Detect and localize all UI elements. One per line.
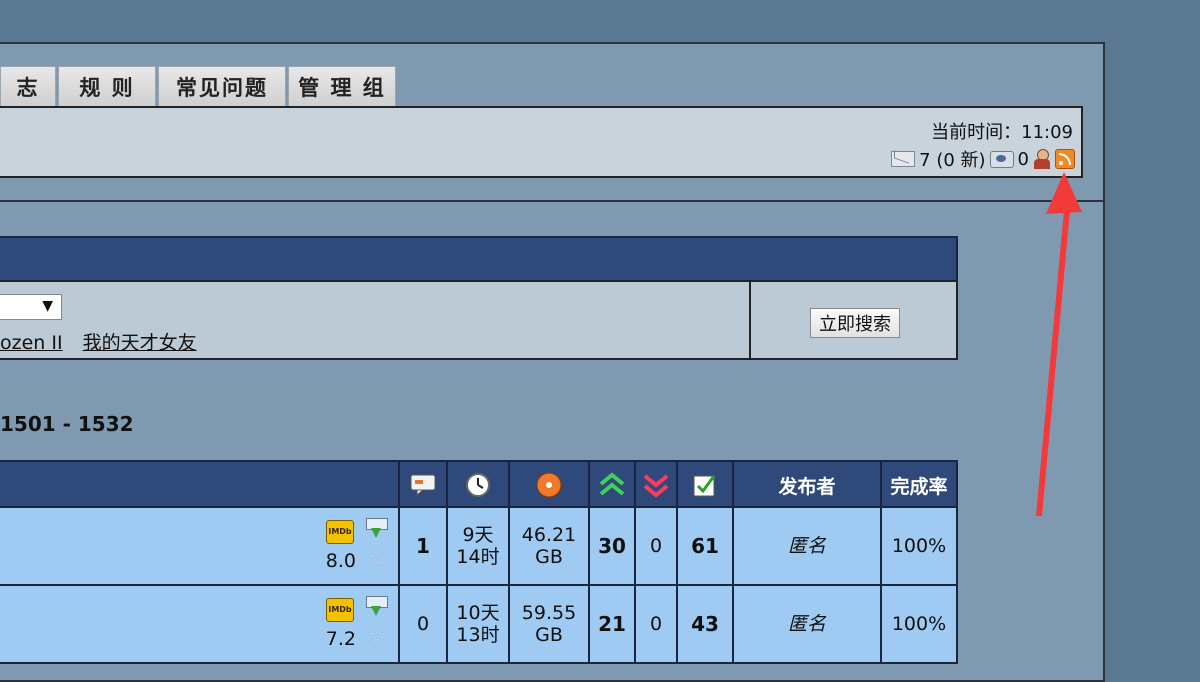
category-select[interactable]: ▼: [0, 294, 62, 320]
chevron-down-icon: ▼: [42, 298, 53, 314]
comments-cell[interactable]: 0: [398, 586, 446, 662]
divider: [0, 200, 1105, 202]
col-comments[interactable]: [398, 462, 446, 508]
size-value: 46.21: [521, 524, 577, 546]
search-panel: ▼ ozen II 我的天才女友 立即搜索: [0, 280, 958, 360]
tab-staff[interactable]: 管 理 组: [288, 66, 396, 106]
table-row[interactable]: IMDb 7.2 ☆ 0 10天 13时 59.55 GB 21 0 43 匿名…: [0, 586, 958, 664]
time-hours: 13时: [456, 624, 500, 646]
tab-faq[interactable]: 常见问题: [158, 66, 286, 106]
status-row: 7 (0 新) 0: [891, 146, 1075, 172]
completion-cell: 100%: [880, 508, 956, 584]
size-cell: 59.55 GB: [508, 586, 588, 662]
imdb-badge: IMDb: [326, 520, 354, 544]
imdb-badge: IMDb: [326, 598, 354, 622]
tab-rules[interactable]: 规 则: [58, 66, 156, 106]
comments-cell[interactable]: 1: [398, 508, 446, 584]
size-value: 59.55: [521, 602, 577, 624]
download-icon[interactable]: [364, 594, 388, 618]
time-days: 9天: [462, 524, 494, 546]
col-time[interactable]: [446, 462, 508, 508]
info-bar: 当前时间：11:09 7 (0 新) 0: [0, 106, 1083, 178]
time-cell: 9天 14时: [446, 508, 508, 584]
size-cell: 46.21 GB: [508, 508, 588, 584]
col-completed[interactable]: [676, 462, 732, 508]
size-unit: GB: [535, 546, 563, 568]
completed-cell[interactable]: 61: [676, 508, 732, 584]
title-cell[interactable]: IMDb 7.2 ☆: [0, 586, 398, 662]
table-row[interactable]: IMDb 8.0 ☆ 1 9天 14时 46.21 GB 30 0 61 匿名 …: [0, 508, 958, 586]
table-header: 发布者 完成率: [0, 460, 958, 508]
col-seeders[interactable]: [588, 462, 634, 508]
col-uploader[interactable]: 发布者: [732, 462, 880, 508]
up-arrows-icon: [599, 472, 625, 496]
message-count[interactable]: 7 (0 新): [919, 146, 985, 172]
title-cell[interactable]: IMDb 8.0 ☆: [0, 508, 398, 584]
col-leechers[interactable]: [634, 462, 676, 508]
hot-link-frozen[interactable]: ozen II: [0, 332, 63, 354]
size-unit: GB: [535, 624, 563, 646]
current-time: 当前时间：11:09: [931, 122, 1073, 143]
completion-cell: 100%: [880, 586, 956, 662]
uploader-cell: 匿名: [732, 586, 880, 662]
col-completion[interactable]: 完成率: [880, 462, 956, 508]
download-icon[interactable]: [364, 516, 388, 540]
rating: 7.2: [325, 628, 356, 650]
leechers-cell: 0: [634, 508, 676, 584]
hot-search-links: ozen II 我的天才女友: [0, 328, 211, 355]
leechers-cell: 0: [634, 586, 676, 662]
time-cell: 10天 13时: [446, 586, 508, 662]
eye-icon[interactable]: [989, 150, 1014, 168]
disc-icon: [536, 472, 562, 498]
search-header: [0, 236, 958, 282]
completed-cell[interactable]: 43: [676, 586, 732, 662]
panel-divider: [749, 282, 751, 358]
mail-icon[interactable]: [891, 151, 916, 167]
down-arrows-icon: [643, 474, 669, 498]
comment-icon: [410, 474, 436, 497]
search-button[interactable]: 立即搜索: [810, 308, 900, 338]
star-icon[interactable]: ☆: [368, 626, 388, 648]
seeders-cell[interactable]: 30: [588, 508, 634, 584]
user-icon[interactable]: [1033, 149, 1051, 169]
hot-link-my-brilliant-friend[interactable]: 我的天才女友: [83, 332, 197, 354]
check-icon: [693, 475, 716, 497]
clock-icon: [466, 473, 490, 497]
uploader-cell: 匿名: [732, 508, 880, 584]
star-icon[interactable]: ☆: [368, 548, 388, 570]
page-range: 1501 - 1532: [0, 412, 134, 436]
rating: 8.0: [325, 550, 356, 572]
viewer-count: 0: [1017, 148, 1029, 170]
tab-log[interactable]: 志: [0, 66, 56, 106]
rss-icon[interactable]: [1055, 149, 1075, 169]
seeders-cell[interactable]: 21: [588, 586, 634, 662]
col-size[interactable]: [508, 462, 588, 508]
time-days: 10天: [456, 602, 500, 624]
time-hours: 14时: [456, 546, 500, 568]
